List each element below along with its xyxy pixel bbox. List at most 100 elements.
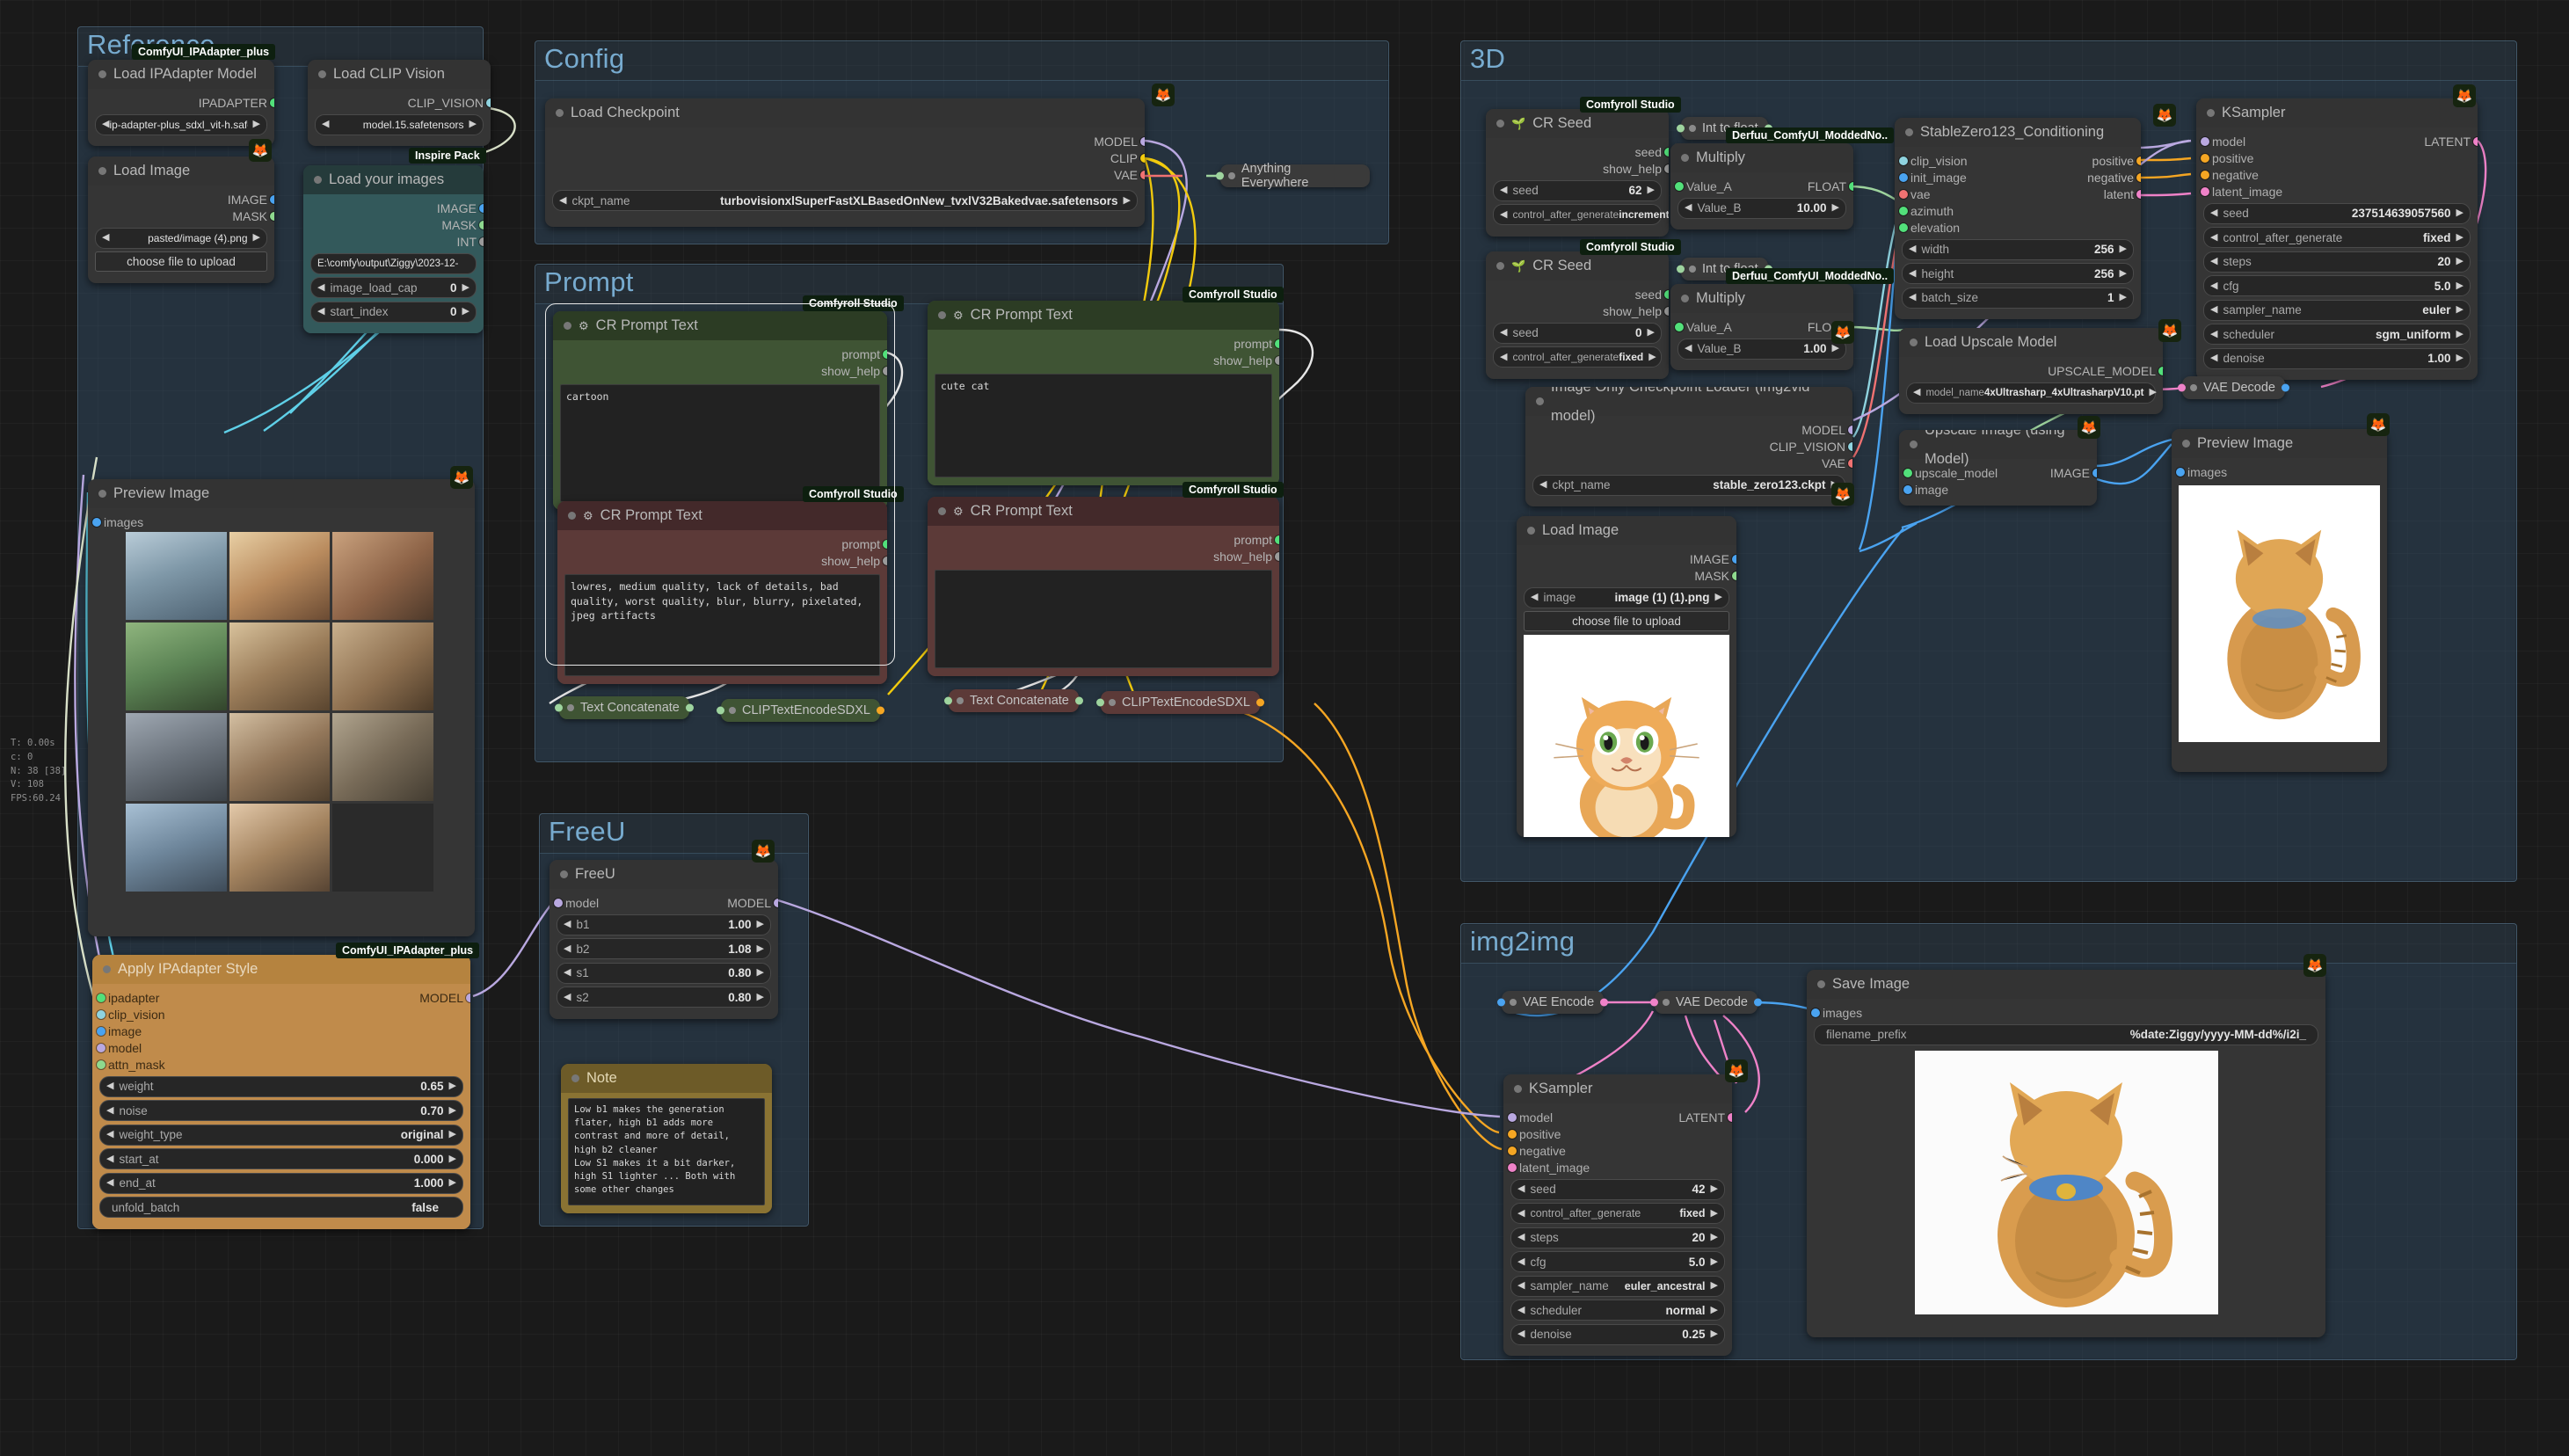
input-port-positive[interactable] xyxy=(2201,153,2209,163)
note-textarea[interactable]: Low b1 makes the generation flater, high… xyxy=(568,1098,765,1205)
input-port-images[interactable] xyxy=(92,517,101,527)
widget-height[interactable]: ◀ height 256 ▶ xyxy=(1902,263,2134,284)
widget-start-index[interactable]: ◀ start_index 0 ▶ xyxy=(310,301,477,323)
fox-icon-12[interactable]: 🦊 xyxy=(2303,954,2326,977)
node-ksampler-3d[interactable]: KSampler model LATENT positive negative l… xyxy=(2196,98,2478,380)
fox-icon-13[interactable]: 🦊 xyxy=(1725,1059,1748,1082)
widget-cfg[interactable]: ◀ cfg 5.0 ▶ xyxy=(2203,275,2471,296)
widget-control-after-generate[interactable]: ◀ control_after_generate fixed ▶ xyxy=(2203,227,2471,248)
output-port-float[interactable] xyxy=(1849,181,1853,191)
node-cr-seed-1[interactable]: 🌱 CR Seed seed show_help ◀ seed 62 ▶ ◀ contro… xyxy=(1486,109,1669,237)
fox-icon-3[interactable]: 🦊 xyxy=(1152,84,1175,106)
node-preview-image-3d[interactable]: Preview Image images xyxy=(2172,429,2387,772)
widget-directory[interactable]: E:\comfy\output\Ziggy\2023-12- xyxy=(310,252,477,274)
input-port-clip-vision[interactable] xyxy=(1899,156,1908,165)
node-text-concatenate-negative[interactable]: Text Concatenate xyxy=(944,689,1083,712)
collapse-dot[interactable] xyxy=(1510,999,1517,1006)
output-port-show-help[interactable] xyxy=(1275,355,1279,365)
collapse-dot[interactable] xyxy=(103,965,111,973)
widget-clip-name[interactable]: ◀ model.15.safetensors ▶ xyxy=(315,113,484,135)
input-port-value-a[interactable] xyxy=(1675,322,1684,331)
collapse-dot[interactable] xyxy=(1689,266,1696,273)
node-cliptextencodesdxl-positive[interactable]: CLIPTextEncodeSDXL xyxy=(717,699,884,722)
input-port-init-image[interactable] xyxy=(1899,172,1908,182)
input-port-images[interactable] xyxy=(1811,1008,1820,1017)
collapse-dot[interactable] xyxy=(2207,109,2215,117)
output-port-negative[interactable] xyxy=(2136,172,2141,182)
collapse-dot[interactable] xyxy=(1905,128,1913,136)
widget-ckpt-name[interactable]: ◀ckpt_namestable_zero123.ckpt▶ xyxy=(1532,474,1845,496)
comfyui-canvas[interactable]: Reference Config Prompt FreeU 3D img2img… xyxy=(0,0,2569,1456)
collapse-dot[interactable] xyxy=(1527,527,1535,535)
node-load-your-images[interactable]: Load your images IMAGE MASK INT E:\comfy… xyxy=(303,165,484,333)
input-port-attn-mask[interactable] xyxy=(97,1059,106,1069)
node-multiply-2[interactable]: Multiply Value_A FLOAT ◀ Value_B 1.00 ▶ xyxy=(1670,284,1853,370)
node-load-checkpoint[interactable]: Load Checkpoint MODEL CLIP VAE ◀ ckpt_nam… xyxy=(545,98,1145,227)
widget-steps[interactable]: ◀ steps 20 ▶ xyxy=(1510,1227,1725,1249)
input-port-images[interactable] xyxy=(2176,467,2185,477)
output-port-ipadapter[interactable] xyxy=(270,98,274,107)
collapse-dot[interactable] xyxy=(2182,440,2190,448)
output-port-model[interactable] xyxy=(1140,136,1145,146)
node-apply-ipadapter-style[interactable]: Apply IPAdapter Style ipadapter MODEL cli… xyxy=(92,955,470,1229)
collapse-dot[interactable] xyxy=(1910,440,1918,448)
input-port-upscale-model[interactable] xyxy=(1903,468,1912,477)
output-port-prompt[interactable] xyxy=(883,539,887,549)
collapse-dot[interactable] xyxy=(571,1074,579,1082)
node-multiply-1[interactable]: Multiply Value_A FLOAT ◀ Value_B 10.00 ▶ xyxy=(1670,143,1853,229)
output-port-encode[interactable] xyxy=(876,706,884,715)
collapse-dot[interactable] xyxy=(556,109,564,117)
output-port-concat[interactable] xyxy=(685,703,694,712)
collapse-dot[interactable] xyxy=(314,176,322,184)
input-port-image[interactable] xyxy=(1903,484,1912,494)
input-port-anything[interactable] xyxy=(1216,171,1224,180)
output-port-latent[interactable] xyxy=(2136,189,2141,199)
output-port-model[interactable] xyxy=(466,993,470,1002)
node-text-concatenate-positive[interactable]: Text Concatenate xyxy=(555,696,694,719)
input-port-encode[interactable] xyxy=(1096,698,1104,707)
output-port-show-help[interactable] xyxy=(1664,306,1669,316)
input-port-azimuth[interactable] xyxy=(1899,206,1908,215)
widget-noise[interactable]: ◀ noise 0.70 ▶ xyxy=(99,1100,463,1121)
collapse-dot[interactable] xyxy=(567,704,574,711)
widget-image-load-cap[interactable]: ◀ image_load_cap 0 ▶ xyxy=(310,277,477,298)
output-port-latent[interactable] xyxy=(1728,1112,1732,1122)
collapse-dot[interactable] xyxy=(318,70,326,78)
node-cr-prompt-text-3[interactable]: ⚙ CR Prompt Text prompt show_help lowres,… xyxy=(557,501,887,684)
node-cr-prompt-text-4[interactable]: ⚙ CR Prompt Text prompt show_help xyxy=(928,497,1279,676)
output-port-show-help[interactable] xyxy=(883,556,887,565)
output-port-prompt[interactable] xyxy=(1275,339,1279,348)
fox-icon-2[interactable]: 🦊 xyxy=(450,466,473,489)
widget-batch-size[interactable]: ◀ batch_size 1 ▶ xyxy=(1902,287,2134,309)
input-port-concat[interactable] xyxy=(944,696,952,705)
widget-seed[interactable]: ◀ seed 237514639057560 ▶ xyxy=(2203,202,2471,224)
widget-sampler-name[interactable]: ◀ sampler_name euler ▶ xyxy=(2203,299,2471,321)
output-port-image[interactable] xyxy=(1732,554,1736,564)
fox-icon-7[interactable]: 🦊 xyxy=(2453,84,2476,107)
prompt-textarea[interactable]: lowres, medium quality, lack of details,… xyxy=(564,574,880,676)
input-port-ipadapter[interactable] xyxy=(97,993,106,1002)
collapse-dot[interactable] xyxy=(1689,125,1696,132)
fox-icon-6[interactable]: 🦊 xyxy=(2153,104,2176,127)
output-port-image[interactable] xyxy=(2092,468,2097,477)
choose-file-to-upload-button[interactable]: choose file to upload xyxy=(1524,611,1729,631)
collapse-dot[interactable] xyxy=(568,512,576,520)
node-vae-decode-img2img[interactable]: VAE Decode xyxy=(1650,991,1762,1014)
widget-seed[interactable]: ◀ seed 42 ▶ xyxy=(1510,1178,1725,1200)
input-port-negative[interactable] xyxy=(2201,170,2209,179)
widget-steps[interactable]: ◀ steps 20 ▶ xyxy=(2203,251,2471,273)
widget-denoise[interactable]: ◀ denoise 1.00 ▶ xyxy=(2203,347,2471,369)
widget-image-file[interactable]: ◀ pasted/image (4).png ▶ xyxy=(95,227,267,249)
output-port-mask[interactable] xyxy=(270,211,274,221)
widget-image-file[interactable]: ◀ image image (1) (1).png ▶ xyxy=(1524,586,1729,608)
output-port-show-help[interactable] xyxy=(1275,551,1279,561)
output-port-concat[interactable] xyxy=(1074,696,1083,705)
output-port-model[interactable] xyxy=(1848,425,1852,434)
input-port-negative[interactable] xyxy=(1508,1146,1517,1155)
collapse-dot[interactable] xyxy=(1514,1085,1522,1093)
fox-icon-9[interactable]: 🦊 xyxy=(2158,319,2181,342)
input-port-encode[interactable] xyxy=(717,706,724,715)
node-load-image-3d[interactable]: Load Image IMAGE MASK ◀ image image (1) (1… xyxy=(1517,516,1736,837)
widget-denoise[interactable]: ◀ denoise 0.25 ▶ xyxy=(1510,1323,1725,1345)
output-port-model[interactable] xyxy=(774,898,778,907)
